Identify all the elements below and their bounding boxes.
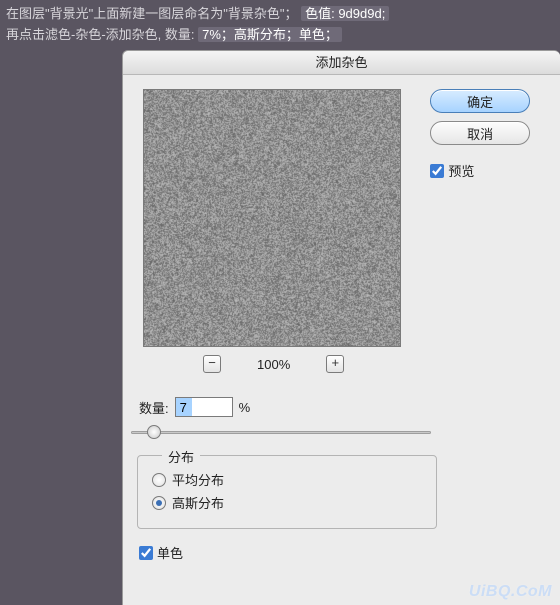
dialog-title: 添加杂色 [123,51,560,75]
preview-checkbox[interactable] [430,164,444,178]
ok-button[interactable]: 确定 [430,89,530,113]
monochrome-row[interactable]: 单色 [139,543,560,562]
gaussian-radio-row[interactable]: 高斯分布 [152,493,422,512]
amount-slider[interactable] [131,423,431,441]
zoom-level: 100% [257,357,290,372]
cancel-button[interactable]: 取消 [430,121,530,145]
uniform-label: 平均分布 [172,470,224,489]
instruction-text: 在图层"背景光"上面新建一图层命名为"背景杂色"； 色值: 9d9d9d; 再点… [0,0,560,50]
amount-label: 数量: [139,398,169,417]
distribution-legend: 分布 [162,447,200,466]
zoom-out-button[interactable]: − [203,355,221,373]
uniform-radio[interactable] [152,473,166,487]
zoom-in-button[interactable]: + [326,355,344,373]
monochrome-label: 单色 [157,543,183,562]
add-noise-dialog: 添加杂色 − 100% + 确定 取消 预览 数量: % [122,50,560,605]
preview-label: 预览 [448,161,474,180]
watermark: UiBQ.CoM [469,583,552,601]
gaussian-label: 高斯分布 [172,493,224,512]
monochrome-checkbox[interactable] [139,546,153,560]
slider-thumb[interactable] [147,425,161,439]
distribution-group: 分布 平均分布 高斯分布 [137,455,437,529]
preview-checkbox-row[interactable]: 预览 [430,161,474,180]
uniform-radio-row[interactable]: 平均分布 [152,470,422,489]
gaussian-radio[interactable] [152,496,166,510]
amount-unit: % [239,400,251,415]
amount-input[interactable] [175,397,233,417]
noise-preview[interactable] [143,89,401,347]
